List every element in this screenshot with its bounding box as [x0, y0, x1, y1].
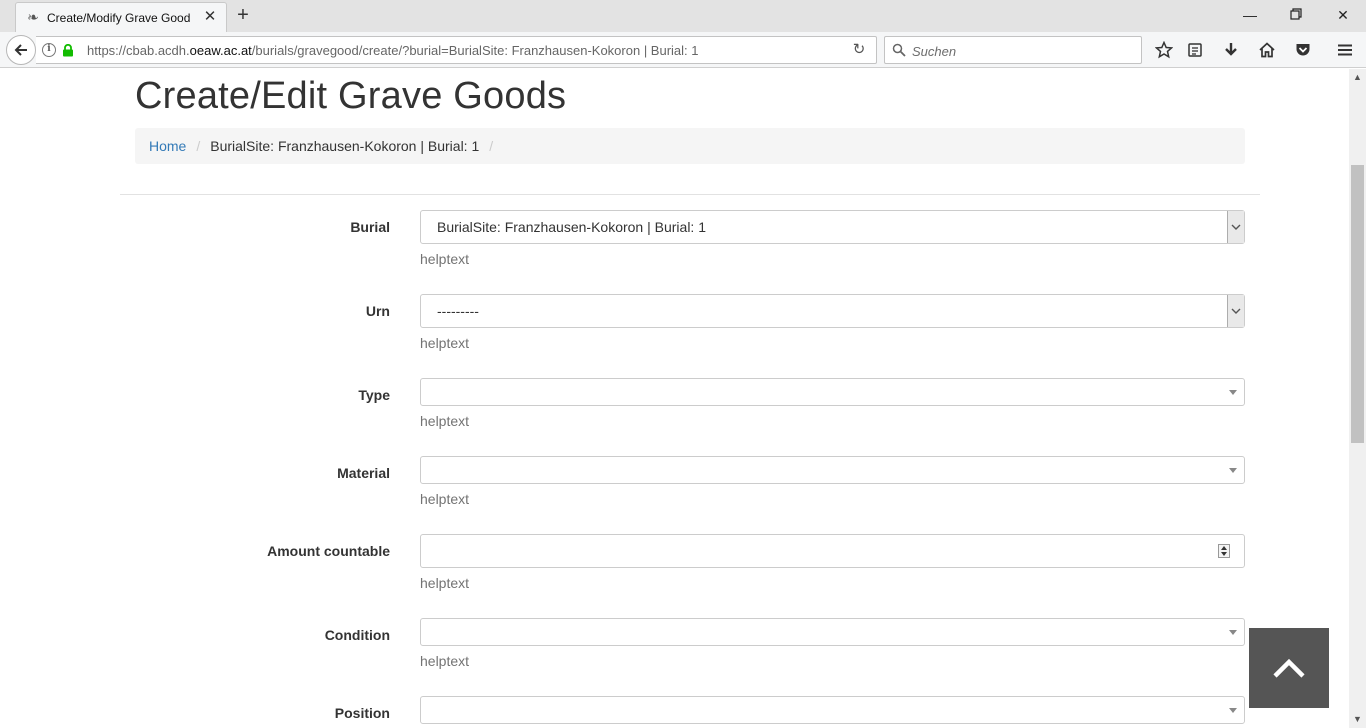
- type-select[interactable]: [420, 378, 1245, 406]
- chevron-down-icon[interactable]: [1227, 295, 1244, 327]
- pocket-icon[interactable]: [1292, 39, 1314, 61]
- breadcrumb-separator: /: [489, 138, 494, 154]
- breadcrumb-current: BurialSite: Franzhausen-Kokoron | Burial…: [210, 138, 480, 154]
- back-arrow-icon: [14, 44, 27, 56]
- caret-down-icon[interactable]: [1229, 630, 1237, 635]
- condition-select[interactable]: [420, 618, 1245, 646]
- urn-select-value: ---------: [437, 303, 479, 319]
- urn-label: Urn: [365, 303, 390, 319]
- divider: [120, 194, 1260, 195]
- breadcrumb-separator: /: [196, 138, 201, 154]
- page-viewport: Create/Edit Grave Goods Home / BurialSit…: [0, 69, 1349, 728]
- condition-label: Condition: [324, 627, 390, 643]
- reload-icon[interactable]: ↻: [850, 41, 868, 59]
- vertical-scrollbar[interactable]: ▲ ▼: [1349, 69, 1366, 728]
- amount-countable-input[interactable]: [420, 534, 1245, 568]
- burial-select-value: BurialSite: Franzhausen-Kokoron | Burial…: [437, 219, 706, 235]
- acdh-favicon-icon: ❧: [27, 9, 39, 26]
- position-select[interactable]: [420, 696, 1245, 724]
- lock-icon: [63, 44, 73, 57]
- page-title: Create/Edit Grave Goods: [135, 75, 567, 117]
- restore-button[interactable]: [1284, 4, 1308, 26]
- burial-label: Burial: [350, 219, 390, 235]
- material-select[interactable]: [420, 456, 1245, 484]
- caret-down-icon[interactable]: [1229, 390, 1237, 395]
- title-bar: ❧ Create/Modify Grave Good ✕ + — ✕: [0, 0, 1366, 32]
- urn-select[interactable]: ---------: [420, 294, 1245, 328]
- tab-close-icon[interactable]: ✕: [202, 9, 218, 25]
- material-label: Material: [337, 465, 390, 481]
- search-input[interactable]: Suchen: [884, 36, 1142, 64]
- type-label: Type: [358, 387, 390, 403]
- search-placeholder: Suchen: [912, 44, 957, 59]
- amount-countable-helptext: helptext: [420, 575, 470, 591]
- new-tab-button[interactable]: +: [232, 5, 254, 27]
- scroll-to-top-button[interactable]: [1249, 628, 1329, 708]
- navigation-toolbar: i https://cbab.acdh.oeaw.ac.at/burials/g…: [0, 32, 1366, 68]
- minimize-button[interactable]: —: [1238, 4, 1262, 26]
- type-helptext: helptext: [420, 413, 470, 429]
- amount-countable-label: Amount countable: [267, 543, 390, 559]
- chevron-down-icon[interactable]: [1227, 211, 1244, 243]
- urn-helptext: helptext: [420, 335, 470, 351]
- reading-list-icon[interactable]: [1184, 39, 1206, 61]
- scroll-up-arrow-icon[interactable]: ▲: [1349, 69, 1366, 86]
- tab-title: Create/Modify Grave Good: [47, 10, 191, 25]
- bookmark-star-icon[interactable]: [1153, 39, 1175, 61]
- burial-helptext: helptext: [420, 251, 470, 267]
- burial-select[interactable]: BurialSite: Franzhausen-Kokoron | Burial…: [420, 210, 1245, 244]
- search-icon: [892, 43, 906, 57]
- scroll-down-arrow-icon[interactable]: ▼: [1349, 711, 1366, 728]
- material-helptext: helptext: [420, 491, 470, 507]
- scrollbar-thumb[interactable]: [1351, 165, 1364, 443]
- breadcrumb: Home / BurialSite: Franzhausen-Kokoron |…: [135, 128, 1245, 164]
- breadcrumb-home-link[interactable]: Home: [149, 138, 186, 154]
- info-icon[interactable]: i: [42, 43, 56, 57]
- back-button[interactable]: [6, 35, 36, 65]
- position-label: Position: [334, 705, 390, 721]
- number-spinner-icon[interactable]: [1218, 544, 1230, 558]
- url-text[interactable]: https://cbab.acdh.oeaw.ac.at/burials/gra…: [87, 43, 699, 58]
- restore-icon: [1290, 8, 1302, 20]
- chevron-up-icon: [1273, 658, 1305, 678]
- browser-tab[interactable]: ❧ Create/Modify Grave Good ✕: [15, 2, 227, 32]
- address-bar[interactable]: i https://cbab.acdh.oeaw.ac.at/burials/g…: [36, 36, 877, 64]
- close-window-button[interactable]: ✕: [1331, 4, 1355, 26]
- caret-down-icon[interactable]: [1229, 708, 1237, 713]
- caret-down-icon[interactable]: [1229, 468, 1237, 473]
- hamburger-menu-icon[interactable]: [1334, 39, 1356, 61]
- download-icon[interactable]: [1220, 39, 1242, 61]
- home-icon[interactable]: [1256, 39, 1278, 61]
- condition-helptext: helptext: [420, 653, 470, 669]
